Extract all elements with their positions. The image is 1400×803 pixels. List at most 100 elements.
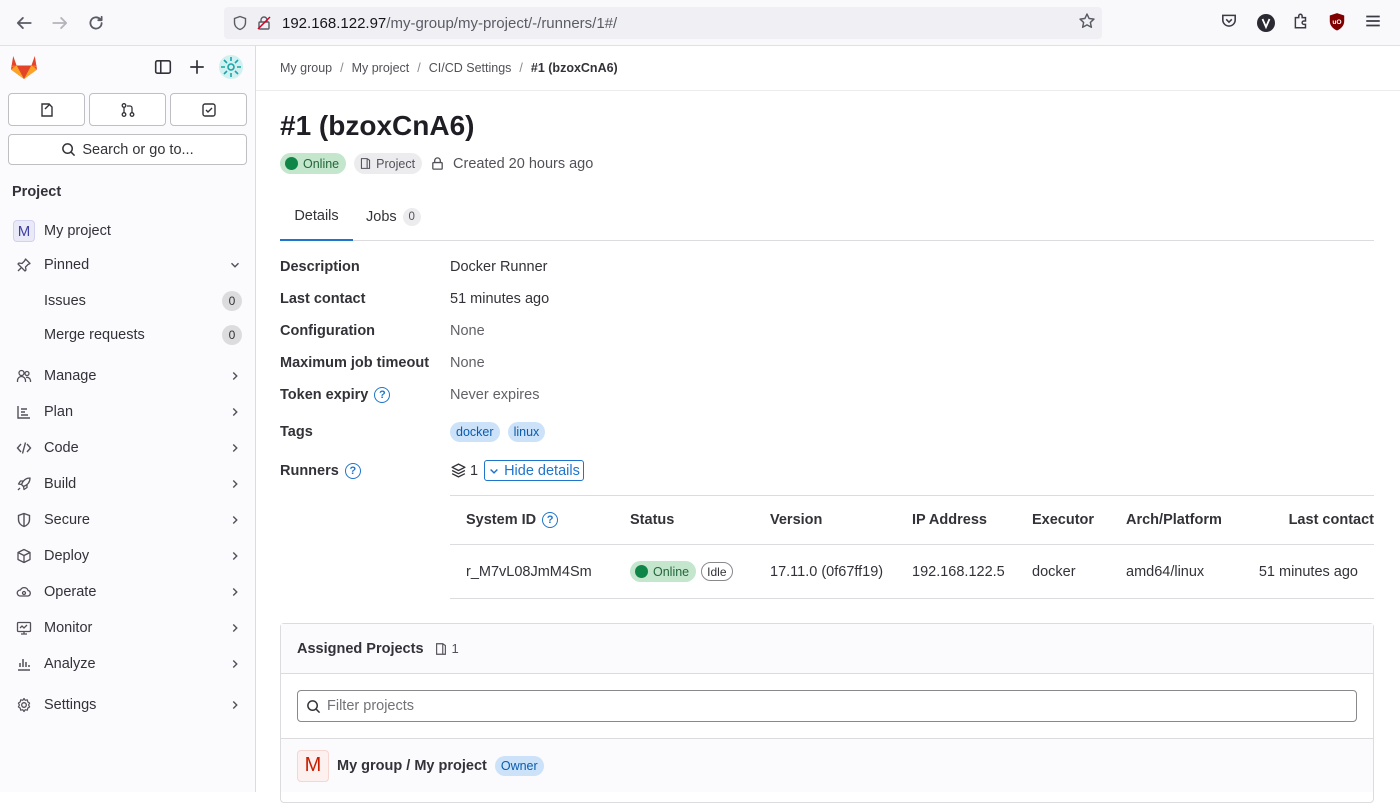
sidebar-item-manage[interactable]: Manage	[0, 359, 256, 393]
cell-ip-address: 192.168.122.5	[912, 563, 1005, 580]
sidebar-item-label: Deploy	[44, 548, 90, 564]
users-icon	[14, 366, 34, 386]
sidebar-item-label: Manage	[44, 368, 97, 384]
tag-badge[interactable]: linux	[507, 422, 546, 442]
breadcrumb-link-cicd-settings[interactable]: CI/CD Settings	[429, 61, 512, 75]
help-icon[interactable]: ?	[542, 512, 559, 528]
help-icon[interactable]: ?	[344, 462, 361, 479]
gitlab-logo-icon[interactable]	[10, 54, 38, 80]
bookmark-star-icon[interactable]	[1078, 12, 1096, 30]
url-text[interactable]: 192.168.122.97/my-group/my-project/-/run…	[282, 15, 617, 32]
list-item: M My group / My project Owner	[281, 738, 1373, 792]
tracking-shield-icon[interactable]	[232, 15, 248, 31]
address-bar[interactable]: 192.168.122.97/my-group/my-project/-/run…	[224, 7, 1102, 39]
sidebar-item-deploy[interactable]: Deploy	[0, 539, 256, 573]
assigned-projects-card: Assigned Projects 1 Filter projects M My…	[280, 623, 1374, 803]
project-avatar: M	[13, 220, 35, 242]
search-icon	[306, 699, 321, 714]
project-avatar[interactable]: M	[297, 749, 329, 782]
detail-description: Description Docker Runner	[280, 259, 548, 275]
sidebar-item-settings[interactable]: Settings	[0, 688, 256, 722]
chevron-down-icon	[228, 258, 242, 272]
insecure-lock-icon[interactable]	[256, 15, 272, 31]
cell-system-id: r_M7vL08JmM4Sm	[466, 563, 592, 580]
status-dot-icon	[285, 157, 298, 170]
collapse-sidebar-icon[interactable]	[154, 58, 172, 76]
monitor-icon	[14, 618, 34, 638]
issues-shortcut-button[interactable]	[8, 93, 85, 126]
tab-jobs[interactable]: Jobs 0	[366, 193, 421, 241]
tab-details[interactable]: Details	[280, 193, 353, 241]
lock-icon	[430, 156, 445, 171]
merge-request-icon	[120, 102, 136, 118]
col-version: Version	[770, 512, 823, 528]
help-icon[interactable]: ?	[374, 387, 391, 403]
project-link[interactable]: My group / My project	[337, 758, 487, 774]
created-text: Created 20 hours ago	[453, 155, 594, 172]
col-ip-address: IP Address	[912, 512, 987, 528]
browser-toolbar: 192.168.122.97/my-group/my-project/-/run…	[0, 0, 1400, 46]
chevron-right-icon	[228, 585, 242, 599]
shield-icon	[14, 510, 34, 530]
issues-icon	[39, 102, 55, 118]
extensions-puzzle-icon[interactable]	[1292, 12, 1310, 30]
page-title: #1 (bzoxCnA6)	[280, 110, 475, 141]
detail-token-expiry: Token expiry? Never expires	[280, 387, 540, 403]
detail-runners: Runners? 1 Hide details	[280, 460, 584, 481]
extension-v-icon[interactable]	[1256, 13, 1276, 33]
todos-shortcut-button[interactable]	[170, 93, 247, 126]
sidebar-item-analyze[interactable]: Analyze	[0, 647, 256, 681]
sidebar-item-operate[interactable]: Operate	[0, 575, 256, 609]
sidebar-item-label: Secure	[44, 512, 90, 528]
hide-details-button[interactable]: Hide details	[484, 460, 584, 481]
breadcrumb-link-group[interactable]: My group	[280, 61, 332, 75]
plus-icon[interactable]	[188, 58, 206, 76]
detail-configuration: Configuration None	[280, 323, 485, 339]
assigned-projects-count: 1	[434, 641, 459, 656]
merge-requests-shortcut-button[interactable]	[89, 93, 166, 126]
filter-projects-input[interactable]: Filter projects	[297, 690, 1357, 722]
col-last-contact: Last contact	[1288, 512, 1374, 528]
runner-tabs: Details Jobs 0	[280, 193, 1374, 241]
deploy-icon	[14, 546, 34, 566]
runner-type-badge: Project	[354, 153, 423, 174]
search-icon	[61, 142, 76, 157]
sidebar-item-my-project[interactable]: M My project	[0, 214, 256, 248]
chevron-right-icon	[228, 513, 242, 527]
chevron-right-icon	[228, 657, 242, 671]
tag-badge[interactable]: docker	[450, 422, 500, 442]
sidebar-item-merge-requests[interactable]: Merge requests 0	[0, 318, 256, 352]
sidebar-item-plan[interactable]: Plan	[0, 395, 256, 429]
sidebar-item-code[interactable]: Code	[0, 431, 256, 465]
user-avatar[interactable]	[218, 54, 244, 80]
sidebar-item-label: Settings	[44, 697, 97, 713]
breadcrumb-current[interactable]: #1 (bzoxCnA6)	[531, 61, 618, 75]
sidebar-item-label: My project	[44, 223, 111, 239]
jobs-count-badge: 0	[402, 208, 421, 226]
planning-icon	[14, 402, 34, 422]
sidebar-item-issues[interactable]: Issues 0	[0, 284, 256, 318]
pocket-icon[interactable]	[1220, 12, 1238, 30]
sidebar-item-monitor[interactable]: Monitor	[0, 611, 256, 645]
back-arrow-icon[interactable]	[12, 11, 36, 35]
pin-icon	[14, 255, 34, 275]
idle-badge: Idle	[701, 562, 733, 581]
sidebar-item-secure[interactable]: Secure	[0, 503, 256, 537]
gear-icon	[14, 695, 34, 715]
hamburger-menu-icon[interactable]	[1364, 12, 1382, 30]
layers-icon	[450, 462, 467, 479]
forward-arrow-icon[interactable]	[48, 11, 72, 35]
breadcrumb-link-project[interactable]: My project	[352, 61, 410, 75]
project-icon	[434, 642, 448, 656]
status-badge: Online	[280, 153, 347, 174]
sidebar-item-build[interactable]: Build	[0, 467, 256, 501]
table-row: r_M7vL08JmM4Sm Online Idle 17.11.0 (0f67…	[450, 545, 1374, 599]
sidebar-item-pinned[interactable]: Pinned	[0, 248, 256, 282]
status-dot-icon	[635, 565, 648, 578]
search-button[interactable]: Search or go to...	[8, 134, 247, 165]
chevron-right-icon	[228, 369, 242, 383]
todo-checkbox-icon	[201, 102, 217, 118]
ublock-icon[interactable]: uO	[1328, 12, 1346, 32]
reload-icon[interactable]	[84, 11, 108, 35]
chevron-right-icon	[228, 698, 242, 712]
